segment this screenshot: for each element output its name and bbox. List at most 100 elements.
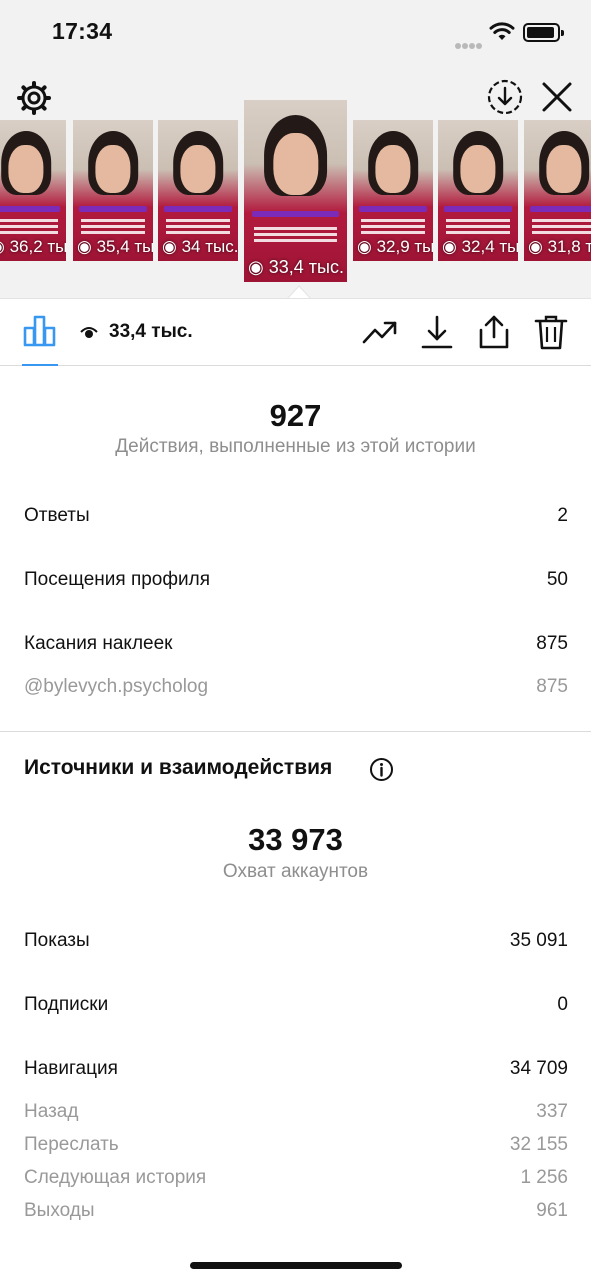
metric-label: Переслать [24,1134,119,1155]
metric-row-follows: Подписки 0 [24,992,568,1018]
eye-icon: ◉ [77,237,92,256]
story-views-text: 32,4 тыс. [461,237,518,256]
story-sticker [0,206,60,212]
cellular-signal-icon [455,36,483,54]
story-thumbnail[interactable]: ◉ 32,4 тыс. [438,120,518,261]
story-thumbnail-views: ◉ 34 тыс. [162,237,238,257]
metric-value: 961 [536,1200,568,1221]
metric-row-replies: Ответы 2 [24,503,568,529]
story-views-text: 31,8 тыс. [547,237,591,256]
story-thumbnail[interactable]: ◉ 35,4 тыс. [73,120,153,261]
trash-icon[interactable] [532,313,570,351]
story-thumbnail-views: ◉ 33,4 тыс. [248,257,344,278]
story-sticker [79,206,147,212]
story-preview-face [375,145,411,194]
story-views-text: 36,2 тыс. [9,237,66,256]
metric-label: Назад [24,1101,79,1122]
status-time: 17:34 [52,18,113,44]
story-thumbnail-strip[interactable]: ◉ 36,2 тыс.◉ 35,4 тыс.◉ 34 тыс.◉ 33,4 ты… [0,98,591,288]
story-preview-face [546,145,582,194]
eye-icon: ◉ [442,237,457,256]
story-views-text: 33,4 тыс. [268,257,344,277]
metric-value: 34 709 [509,1058,568,1079]
story-views-text: 34 тыс. [181,237,238,256]
metric-subrow-mention-sticker: @bylevych.psycholog 875 [24,674,568,700]
metric-subrow-exits: Выходы 961 [24,1198,568,1224]
story-thumbnail-views: ◉ 32,4 тыс. [442,237,518,257]
story-thumbnail-views: ◉ 36,2 тыс. [0,237,66,257]
story-preview-face [460,145,496,194]
eye-icon: ◉ [248,257,264,277]
eye-icon [80,327,98,338]
reach-label: Охват аккаунтов [222,861,369,882]
metric-label: Ответы [24,505,90,526]
story-caption-lines [0,218,58,237]
story-views-count: 33,4 тыс. [109,321,193,342]
story-caption-lines [446,218,510,237]
battery-icon [523,23,564,42]
metric-label: Навигация [24,1058,118,1079]
reach-value: 33 973 [248,822,343,857]
story-thumbnail[interactable]: ◉ 31,8 тыс. [524,120,591,261]
metric-value: 2 [557,505,568,526]
share-icon[interactable] [475,313,513,351]
story-thumbnail-views: ◉ 31,8 тыс. [528,237,591,257]
story-thumbnail[interactable]: ◉ 34 тыс. [158,120,238,261]
metric-label: Подписки [24,994,109,1015]
story-thumbnail[interactable]: ◉ 36,2 тыс. [0,120,66,261]
story-sticker [444,206,512,212]
story-thumbnail-views: ◉ 32,9 тыс. [357,237,433,257]
metric-value: 35 091 [509,930,568,951]
section-divider [0,731,591,732]
download-icon[interactable] [418,313,456,351]
bar-chart-icon[interactable] [22,313,58,349]
info-icon[interactable] [369,757,394,782]
metric-label: Выходы [24,1200,95,1221]
home-indicator [190,1262,402,1269]
story-preview-face [95,145,131,194]
metric-row-sticker-taps: Касания наклеек 875 [24,631,568,657]
metric-value: 1 256 [520,1167,568,1188]
metric-value: 875 [536,633,568,654]
metric-label: Касания наклеек [24,633,173,654]
eye-icon: ◉ [528,237,543,256]
eye-icon: ◉ [357,237,372,256]
metric-value: 50 [546,569,568,590]
metric-label: Показы [24,930,90,951]
story-thumbnail-views: ◉ 35,4 тыс. [77,237,153,257]
selected-story-pointer [287,285,311,299]
story-sticker [530,206,591,212]
eye-icon: ◉ [0,237,5,256]
eye-icon: ◉ [162,237,177,256]
story-caption-lines [166,218,230,237]
metric-label: Следующая история [24,1167,207,1188]
metric-value: 875 [536,676,568,697]
story-sticker [359,206,427,212]
story-sticker [252,211,339,218]
status-bar: 17:34 [0,0,591,66]
actions-total: 927 [269,398,322,433]
metric-value: 0 [557,994,568,1015]
metric-subrow-forward: Переслать 32 155 [24,1132,568,1158]
metric-label: @bylevych.psycholog [24,676,209,697]
story-views-text: 32,9 тыс. [376,237,433,256]
story-views-text: 35,4 тыс. [96,237,153,256]
metric-row-navigation: Навигация 34 709 [24,1056,568,1082]
story-caption-lines [361,218,425,237]
story-preview-face [272,132,319,195]
metric-subrow-next-story: Следующая история 1 256 [24,1165,568,1191]
discovery-section-title: Источники и взаимодействия [24,756,333,779]
story-preview-face [180,145,216,194]
wifi-icon [489,22,515,40]
story-caption-lines [254,227,337,245]
story-caption-lines [81,218,145,237]
story-caption-lines [532,218,591,237]
metric-subrow-back: Назад 337 [24,1099,568,1125]
story-thumbnail[interactable]: ◉ 32,9 тыс. [353,120,433,261]
story-sticker [164,206,232,212]
metric-value: 32 155 [509,1134,568,1155]
actions-total-label: Действия, выполненные из этой истории [115,436,476,457]
trending-icon[interactable] [361,313,399,351]
story-thumbnail[interactable]: ◉ 33,4 тыс. [244,100,347,282]
active-tab-indicator [22,364,58,366]
